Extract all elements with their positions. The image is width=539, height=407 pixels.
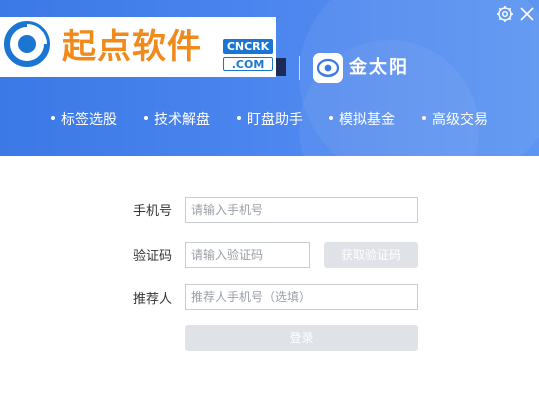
- partner-name: 金太阳: [349, 57, 409, 78]
- nav-item-label: 盯盘助手: [247, 112, 303, 128]
- code-input[interactable]: [191, 243, 304, 267]
- watermark-logo: 起点软件 CNCRK .COM: [0, 17, 276, 77]
- bullet-icon: [329, 116, 333, 120]
- bullet-icon: [237, 116, 241, 120]
- close-icon[interactable]: [518, 5, 536, 23]
- phone-label: 手机号: [132, 204, 172, 219]
- code-field[interactable]: [185, 242, 310, 268]
- login-button[interactable]: 登录: [185, 325, 418, 351]
- watermark-badge: CNCRK .COM: [223, 39, 273, 73]
- feature-nav: 标签选股 技术解盘 盯盘助手 模拟基金 高级交易: [0, 110, 539, 132]
- code-label: 验证码: [132, 249, 172, 264]
- logo-divider: [299, 56, 300, 80]
- nav-item-tag-stock[interactable]: 标签选股: [51, 110, 117, 130]
- referrer-input[interactable]: [191, 285, 412, 309]
- watermark-badge-top: CNCRK: [223, 39, 273, 54]
- watermark-swirl-icon: [4, 21, 50, 67]
- watermark-badge-bottom: .COM: [223, 57, 273, 71]
- watermark-text: 起点软件: [62, 27, 202, 67]
- get-code-button[interactable]: 获取验证码: [324, 242, 418, 268]
- bullet-icon: [422, 116, 426, 120]
- phone-input[interactable]: [191, 198, 412, 222]
- bullet-icon: [51, 116, 55, 120]
- nav-item-advanced-trading[interactable]: 高级交易: [422, 110, 488, 130]
- partner-logo-icon: [313, 53, 343, 83]
- referrer-field[interactable]: [185, 284, 418, 310]
- nav-item-label: 高级交易: [432, 112, 488, 128]
- nav-item-watch-assistant[interactable]: 盯盘助手: [237, 110, 303, 130]
- nav-item-tech-analysis[interactable]: 技术解盘: [144, 110, 210, 130]
- nav-item-label: 标签选股: [61, 112, 117, 128]
- phone-field[interactable]: [185, 197, 418, 223]
- nav-item-label: 技术解盘: [154, 112, 210, 128]
- nav-item-simulated-fund[interactable]: 模拟基金: [329, 110, 395, 130]
- referrer-label: 推荐人: [132, 292, 172, 307]
- gear-icon[interactable]: [496, 5, 514, 23]
- nav-item-label: 模拟基金: [339, 112, 395, 128]
- bullet-icon: [144, 116, 148, 120]
